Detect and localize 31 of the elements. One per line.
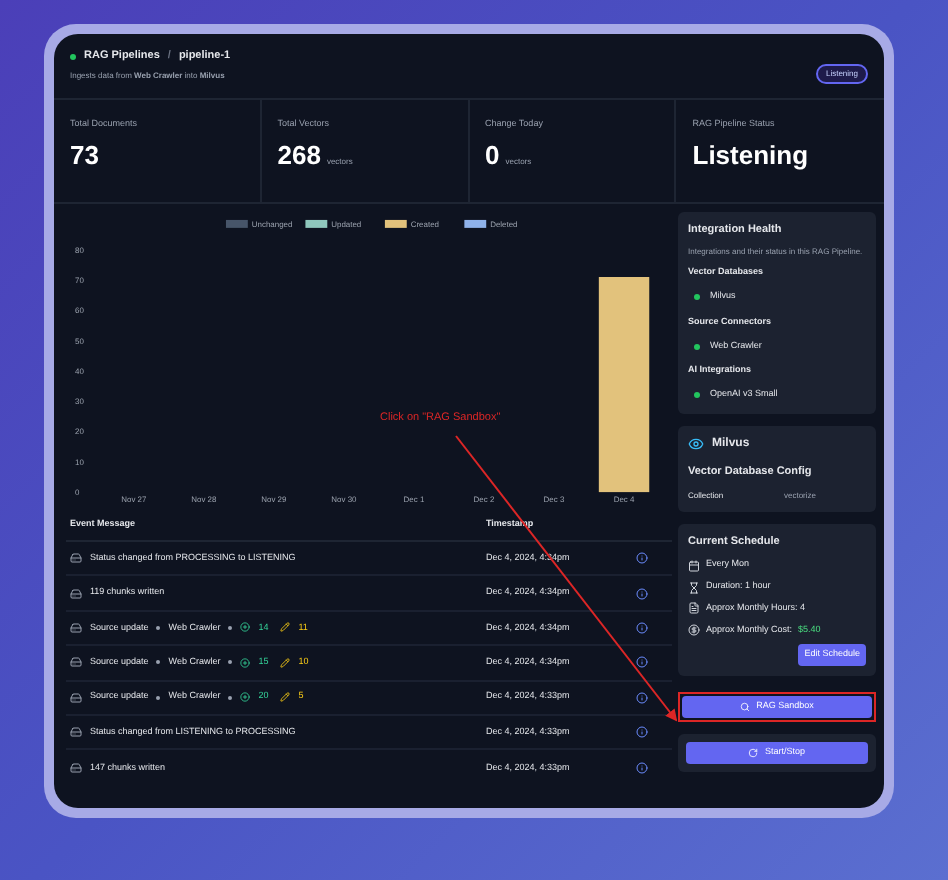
event-icon bbox=[70, 587, 82, 600]
info-icon[interactable] bbox=[636, 762, 648, 775]
event-icon bbox=[70, 656, 82, 669]
added-icon bbox=[240, 657, 251, 668]
info-icon[interactable] bbox=[636, 552, 648, 565]
stat-value: 73 bbox=[70, 141, 99, 168]
info-icon[interactable] bbox=[636, 726, 648, 739]
event-icon bbox=[70, 621, 82, 634]
info-icon[interactable] bbox=[636, 587, 648, 600]
stat-value: 268 bbox=[277, 141, 321, 168]
info-icon[interactable] bbox=[636, 656, 648, 669]
updated-icon bbox=[280, 657, 291, 668]
event-icon bbox=[70, 552, 82, 565]
event-icon bbox=[70, 762, 82, 775]
added-icon bbox=[240, 622, 251, 633]
updated-icon bbox=[280, 692, 291, 703]
updated-icon bbox=[280, 622, 291, 633]
document-icon bbox=[688, 602, 700, 615]
dollar-icon bbox=[688, 624, 700, 637]
added-icon bbox=[240, 692, 251, 703]
stat-value: Listening bbox=[692, 141, 809, 168]
stat-value: 0 bbox=[485, 141, 500, 168]
event-icon bbox=[70, 726, 82, 739]
info-icon[interactable] bbox=[636, 691, 648, 704]
hourglass-icon bbox=[688, 581, 700, 594]
restart-icon bbox=[748, 747, 759, 758]
event-icon bbox=[70, 691, 82, 704]
eye-icon bbox=[688, 436, 704, 453]
calendar-icon bbox=[688, 559, 700, 572]
search-icon bbox=[740, 702, 751, 713]
info-icon[interactable] bbox=[636, 621, 648, 634]
